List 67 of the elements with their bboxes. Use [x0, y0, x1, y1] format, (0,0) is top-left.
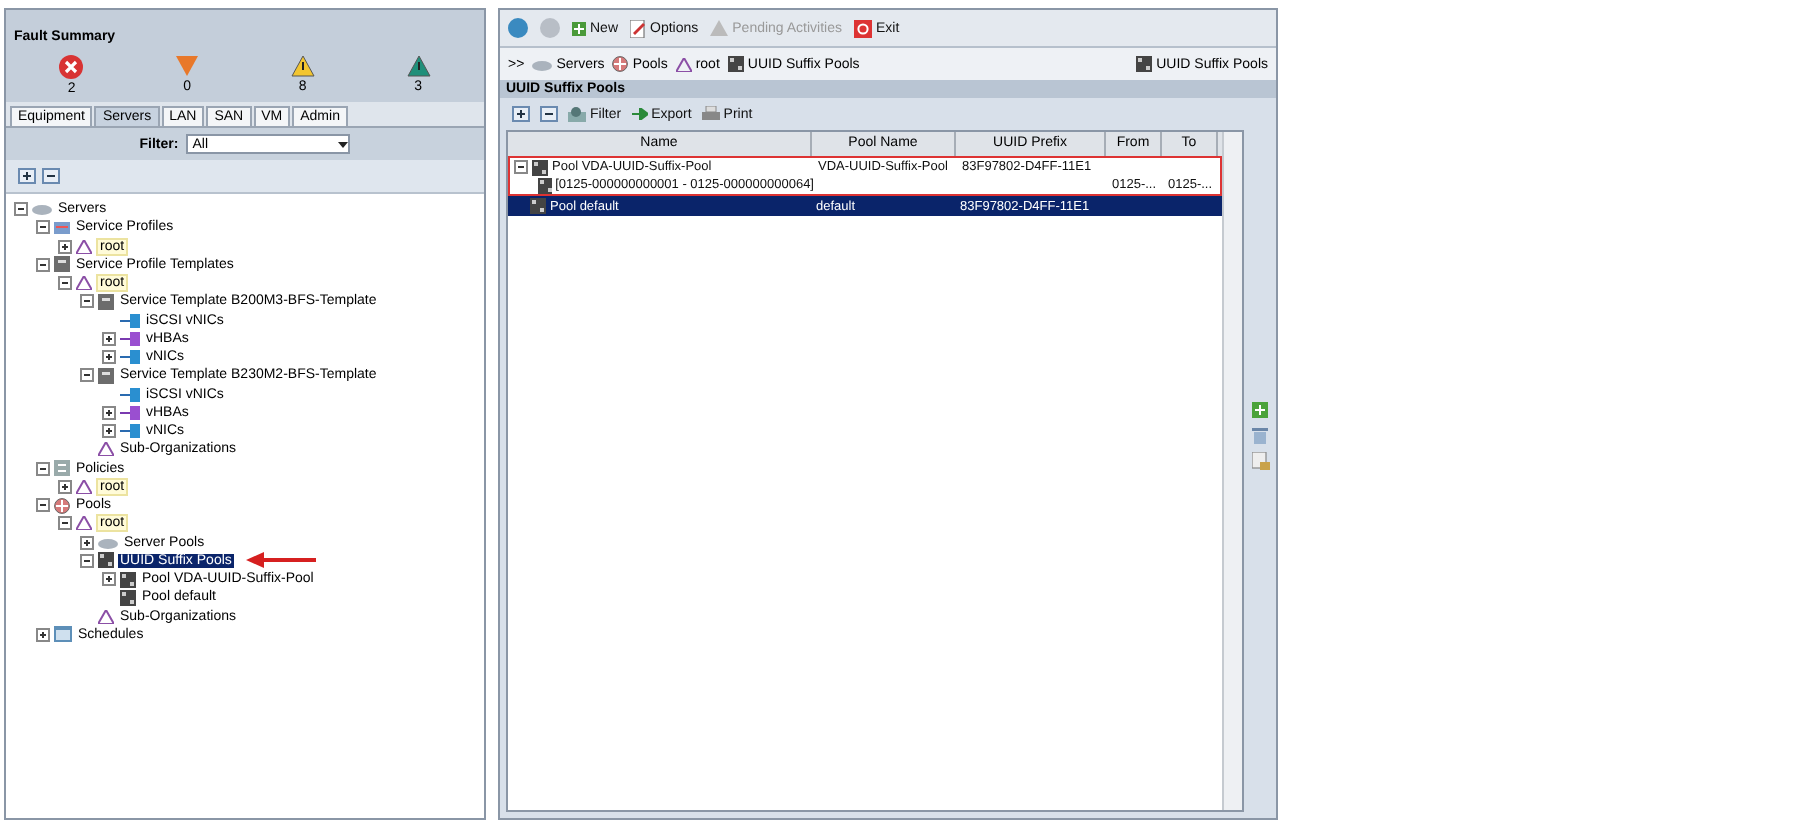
hba-icon [120, 405, 140, 420]
warning-icon [710, 20, 729, 36]
collapse-all-icon[interactable] [540, 106, 558, 122]
policy-icon [54, 460, 70, 477]
exit-icon [854, 19, 873, 37]
nic-icon [120, 313, 140, 328]
org-icon [76, 239, 92, 254]
org-icon [76, 516, 92, 531]
expand-toggle[interactable] [102, 350, 116, 365]
template-icon [54, 256, 70, 273]
expand-toggle[interactable] [514, 160, 528, 174]
hba-icon [120, 331, 140, 346]
expand-toggle[interactable] [58, 276, 72, 291]
uuid-pool-icon [530, 198, 546, 214]
server-icon [32, 202, 52, 217]
profile-icon [54, 219, 70, 236]
document-icon [630, 19, 647, 37]
printer-icon [701, 106, 720, 122]
server-icon [532, 57, 553, 71]
org-icon [98, 442, 114, 457]
expand-toggle[interactable] [58, 239, 72, 254]
warning-icon [405, 54, 432, 78]
expand-toggle[interactable] [58, 516, 72, 531]
pool-icon [54, 497, 70, 514]
expand-all-icon[interactable] [18, 168, 36, 184]
expand-toggle[interactable] [36, 498, 50, 513]
expand-toggle[interactable] [80, 294, 94, 309]
schedule-icon [54, 626, 72, 643]
nic-icon [120, 387, 140, 402]
expand-toggle[interactable] [36, 627, 50, 642]
expand-toggle[interactable] [36, 461, 50, 476]
pool-icon [612, 56, 629, 72]
collapse-all-icon[interactable] [42, 168, 60, 184]
plus-icon [572, 21, 586, 35]
expand-toggle[interactable] [36, 220, 50, 235]
org-icon [98, 609, 114, 624]
expand-toggle[interactable] [102, 405, 116, 420]
scrollbar[interactable] [1222, 132, 1242, 810]
uuid-pool-icon [98, 552, 114, 569]
expand-toggle[interactable] [14, 202, 28, 217]
expand-toggle[interactable] [80, 368, 94, 383]
caret-icon [338, 141, 349, 147]
template-icon [98, 367, 114, 384]
template-icon [98, 293, 114, 310]
uuid-pool-icon [727, 56, 744, 72]
org-icon [76, 276, 92, 291]
nic-icon [120, 424, 140, 439]
warning-icon [174, 54, 201, 78]
nic-icon [120, 350, 140, 365]
arrow-right-icon [631, 108, 648, 120]
expand-toggle[interactable] [58, 479, 72, 494]
uuid-pool-icon [1136, 56, 1153, 72]
expand-toggle[interactable] [102, 331, 116, 346]
trash-icon[interactable] [1252, 426, 1268, 444]
expand-toggle[interactable] [80, 535, 94, 550]
expand-toggle[interactable] [102, 572, 116, 587]
org-icon [76, 479, 92, 494]
expand-toggle[interactable] [102, 424, 116, 439]
filter-icon [568, 106, 586, 122]
expand-all-icon[interactable] [512, 106, 530, 122]
warning-icon [289, 54, 316, 78]
add-icon[interactable] [1252, 402, 1268, 418]
org-icon [675, 57, 692, 71]
server-icon [98, 535, 118, 550]
error-icon [58, 54, 85, 80]
expand-toggle[interactable] [36, 257, 50, 272]
expand-toggle[interactable] [80, 553, 94, 568]
